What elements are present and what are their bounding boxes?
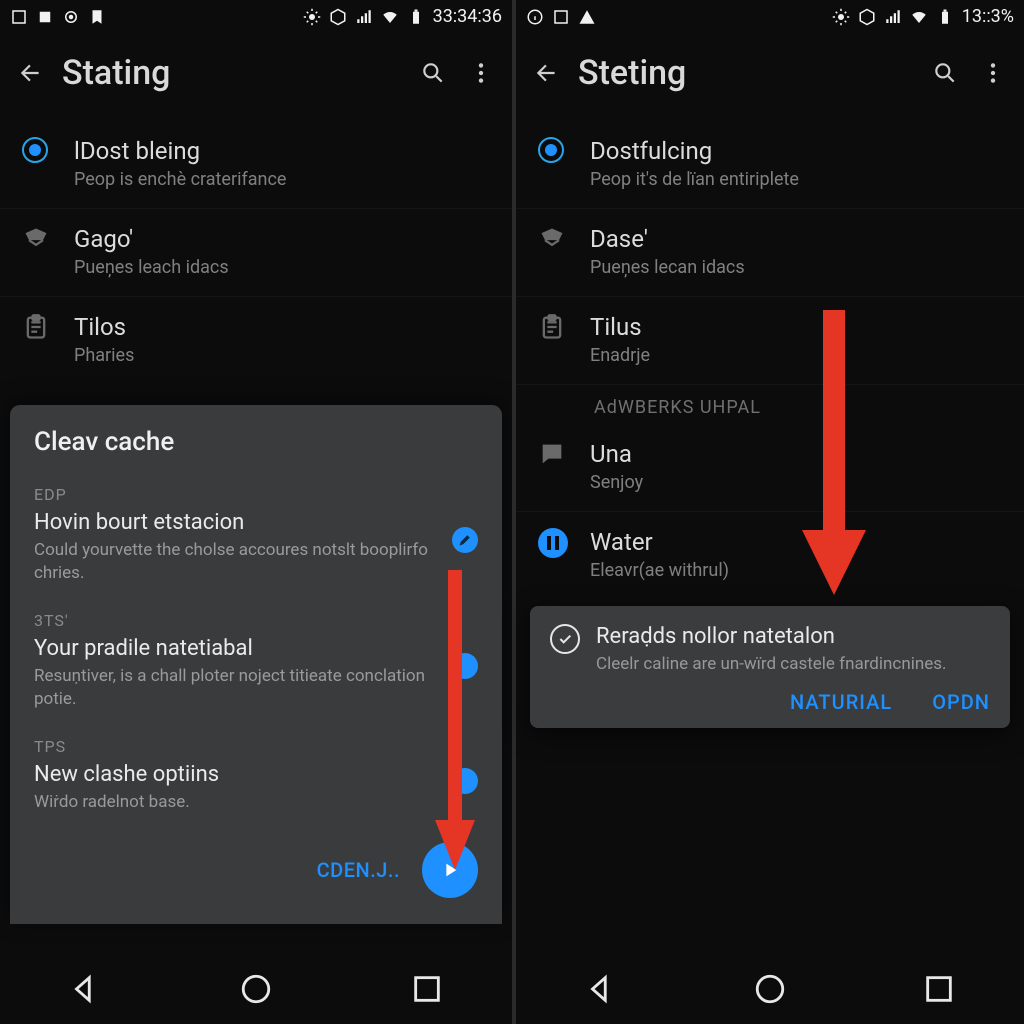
check-circle-icon — [550, 624, 580, 654]
sheet-row[interactable]: 3TS' Your pradile natetiabal Resuṇtiver,… — [34, 603, 478, 729]
search-icon[interactable] — [420, 60, 446, 86]
list-item-subtitle: Peop it's de lïan entiriplete — [590, 169, 1002, 190]
list-item[interactable]: Una Senjoy — [516, 424, 1024, 512]
clipboard-icon — [22, 313, 50, 341]
nav-back-icon[interactable] — [68, 972, 102, 1006]
sheet-row-desc: Wiṙdo radelnot base. — [34, 791, 478, 814]
chat-icon — [538, 440, 566, 468]
list-item-subtitle: Enadrje — [590, 345, 1002, 366]
signal-icon — [884, 8, 902, 26]
sheet-action-button[interactable]: CDEN.J.. — [317, 858, 400, 882]
square-outline-icon — [10, 8, 28, 26]
info-circle-icon — [526, 8, 544, 26]
snackbar-title: Reraḍds nollor natetalon — [596, 624, 947, 649]
list-item[interactable]: Tilos Pharies — [0, 297, 512, 384]
list-item[interactable]: Tilus Enadrje — [516, 297, 1024, 385]
hexagon-icon — [858, 8, 876, 26]
list-item-title: Dase' — [590, 225, 1002, 253]
list-item-title: Gago' — [74, 225, 490, 253]
list-item-title: Dostfulcing — [590, 137, 1002, 165]
phone-left: 33:34:36 Stating lDost bleing Peop is en… — [0, 0, 512, 1024]
fab-play-button[interactable] — [422, 842, 478, 898]
square-outline-icon — [552, 8, 570, 26]
status-time: 33:34:36 — [433, 6, 502, 27]
sheet-row-title: New clashe optiins — [34, 762, 478, 787]
nav-bar — [0, 954, 512, 1024]
list-item-subtitle: Pharies — [74, 345, 490, 366]
nav-recent-icon[interactable] — [922, 972, 956, 1006]
sheet-row-title: Hovin bourt etstacion — [34, 510, 478, 535]
sheet-row-tag: EDP — [34, 485, 478, 504]
list-item-subtitle: Senjoy — [590, 472, 1002, 493]
nav-home-icon[interactable] — [239, 972, 273, 1006]
snackbar: Reraḍds nollor natetalon Cleelr caline a… — [530, 606, 1010, 728]
more-vert-icon[interactable] — [468, 60, 494, 86]
sheet-row[interactable]: EDP Hovin bourt etstacion Could yourvett… — [34, 477, 478, 603]
bottom-sheet: Cleav cache EDP Hovin bourt etstacion Co… — [10, 405, 502, 924]
page-title: Steting — [578, 53, 910, 93]
app-bar: Steting — [516, 31, 1024, 121]
radio-selected-icon — [22, 137, 48, 163]
nav-bar — [516, 954, 1024, 1024]
toggle-dot-icon[interactable] — [452, 768, 478, 794]
back-icon[interactable] — [18, 60, 44, 86]
nav-home-icon[interactable] — [753, 972, 787, 1006]
snackbar-action-button[interactable]: OPDN — [932, 690, 990, 714]
tag-icon — [22, 225, 50, 253]
gear-icon — [303, 8, 321, 26]
sheet-row-tag: 3TS' — [34, 611, 478, 630]
sheet-row-desc: Could yourvette the cholse accoures nots… — [34, 539, 478, 585]
battery-icon — [407, 8, 425, 26]
wifi-icon — [910, 8, 928, 26]
list-item-title: Tilus — [590, 313, 1002, 341]
app-bar: Stating — [0, 31, 512, 121]
search-icon[interactable] — [932, 60, 958, 86]
section-header: AdWBERKS UHPAL — [516, 385, 1024, 424]
nav-recent-icon[interactable] — [410, 972, 444, 1006]
sheet-row-tag: TPS — [34, 737, 478, 756]
gear-icon — [832, 8, 850, 26]
snackbar-desc: Cleelr caline are un-wïrd castele fnardi… — [596, 653, 947, 676]
target-icon — [62, 8, 80, 26]
phone-right: 13::3% Steting Dostfulcing Peop it's de … — [512, 0, 1024, 1024]
pause-icon — [538, 528, 568, 558]
status-time: 13::3% — [962, 6, 1014, 27]
list-item-subtitle: Pueņes lecan idacs — [590, 257, 1002, 278]
list-item-title: Water — [590, 528, 1002, 556]
sheet-row[interactable]: TPS New clashe optiins Wiṙdo radelnot ba… — [34, 729, 478, 832]
list-item-title: Una — [590, 440, 1002, 468]
status-bar: 33:34:36 — [0, 0, 512, 31]
sheet-row-title: Your pradile natetiabal — [34, 636, 478, 661]
signal-icon — [355, 8, 373, 26]
snackbar-action-button[interactable]: NATURIAL — [790, 690, 892, 714]
battery-icon — [936, 8, 954, 26]
wifi-icon — [381, 8, 399, 26]
status-bar: 13::3% — [516, 0, 1024, 31]
nav-back-icon[interactable] — [584, 972, 618, 1006]
warning-icon — [578, 8, 596, 26]
list-item-subtitle: Eleavr(ae withrul) — [590, 560, 1002, 581]
sheet-title: Cleav cache — [34, 427, 478, 457]
page-title: Stating — [62, 53, 398, 93]
clipboard-icon — [538, 313, 566, 341]
list-item[interactable]: Dase' Pueņes lecan idacs — [516, 209, 1024, 297]
list-item-subtitle: Peop is enchè craterifance — [74, 169, 490, 190]
list-item[interactable]: Dostfulcing Peop it's de lïan entiriplet… — [516, 121, 1024, 209]
tag-icon — [538, 225, 566, 253]
back-icon[interactable] — [534, 60, 560, 86]
bookmark-icon — [88, 8, 106, 26]
list-item-title: Tilos — [74, 313, 490, 341]
more-vert-icon[interactable] — [980, 60, 1006, 86]
edit-icon[interactable] — [452, 527, 478, 553]
list-item-title: lDost bleing — [74, 137, 490, 165]
list-item[interactable]: lDost bleing Peop is enchè craterifance — [0, 121, 512, 209]
list-item[interactable]: Gago' Pueņes leach idacs — [0, 209, 512, 297]
sheet-row-desc: Resuṇtiver, is a chall ploter noject tit… — [34, 665, 478, 711]
square-icon — [36, 8, 54, 26]
list-item-subtitle: Pueņes leach idacs — [74, 257, 490, 278]
radio-selected-icon — [538, 137, 564, 163]
toggle-dot-icon[interactable] — [452, 653, 478, 679]
hexagon-icon — [329, 8, 347, 26]
list-item[interactable]: Water Eleavr(ae withrul) — [516, 512, 1024, 599]
